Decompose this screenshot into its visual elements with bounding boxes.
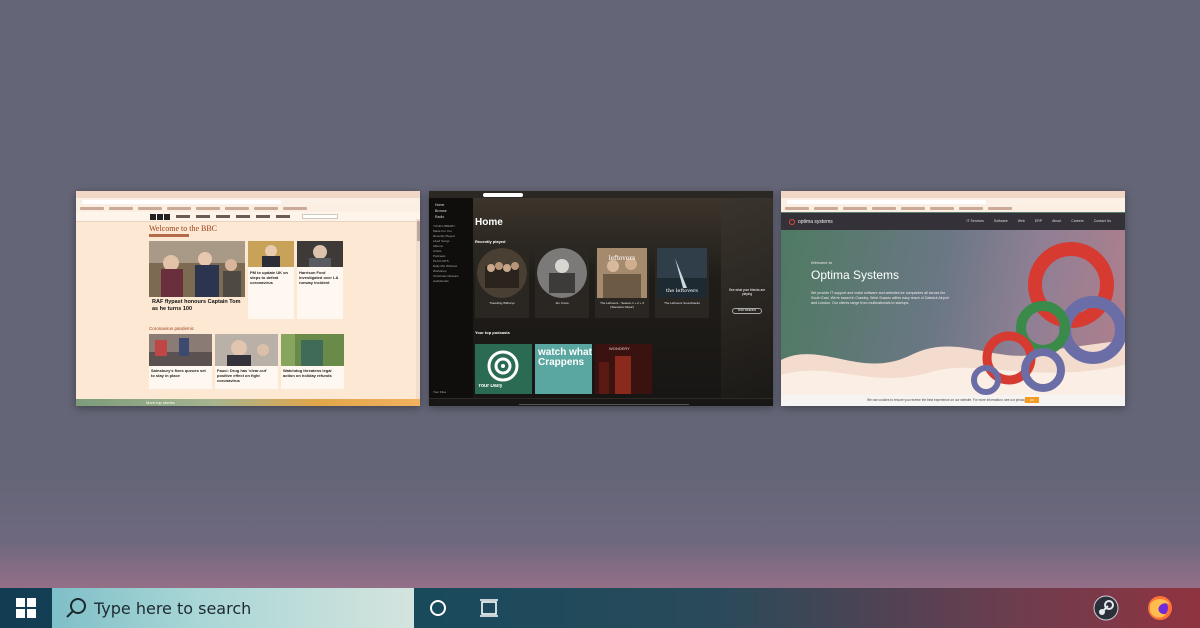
browser-address-bar	[781, 198, 1125, 205]
podcast-card[interactable]: Your Daily	[475, 344, 532, 394]
bbc-hero-image	[149, 241, 245, 297]
steam-taskbar-button[interactable]	[1082, 588, 1130, 628]
bbc-footer-banner: More top stories	[76, 399, 420, 406]
search-placeholder: Type here to search	[94, 598, 252, 618]
spotify-search-input	[483, 193, 523, 197]
find-friends-button[interactable]: FIND FRIENDS	[732, 308, 762, 314]
cookie-banner: We use cookies to ensure you receive the…	[781, 395, 1125, 406]
album-card[interactable]: Jim Croce	[535, 246, 589, 318]
browser-title-bar	[76, 191, 420, 198]
bbc-section-card[interactable]: Sainsbury's fixes queues set to stay in …	[149, 334, 212, 389]
browser-title-bar	[781, 191, 1125, 198]
svg-text:the leftovers: the leftovers	[666, 288, 698, 294]
podcast-card[interactable]: watch what Crappens	[535, 344, 592, 394]
bbc-section-heading[interactable]: Coronavirus pandemic	[149, 326, 194, 331]
cortana-icon	[430, 600, 446, 616]
optima-header: optima systems IT Services Software Web …	[781, 213, 1125, 230]
start-button[interactable]	[0, 588, 52, 628]
windows-start-icon	[16, 598, 36, 618]
bbc-navbar	[76, 212, 420, 222]
optima-menu: IT Services Software Web ERP About Caree…	[966, 219, 1111, 223]
optima-hero: Welcome to Optima Systems We provide IT …	[781, 230, 1125, 395]
taskbar-search-box[interactable]: Type here to search	[52, 588, 414, 628]
browser-address-bar	[76, 198, 420, 205]
firefox-icon	[1148, 596, 1172, 620]
optima-title: Optima Systems	[811, 268, 900, 282]
recently-played-heading: Recently played	[475, 239, 506, 244]
window-thumbnail-spotify[interactable]: Home Browse Radio YOUR LIBRARY Made For …	[429, 191, 773, 406]
top-podcasts-heading: Your top podcasts	[475, 330, 510, 335]
optima-intro-text: We provide IT support and make software …	[811, 291, 949, 305]
spotify-home-title: Home	[475, 217, 503, 228]
spotify-friends-panel: See what your friends are playing FIND F…	[721, 198, 773, 398]
scrollbar	[416, 219, 420, 399]
optima-logo-icon	[789, 218, 795, 225]
bbc-welcome-title: Welcome to the BBC	[149, 224, 218, 233]
spotify-player-bar	[429, 398, 773, 406]
cortana-button[interactable]	[414, 588, 462, 628]
steam-icon	[1093, 595, 1119, 621]
spotify-sidebar: Home Browse Radio YOUR LIBRARY Made For …	[429, 198, 473, 398]
album-card[interactable]: the leftovers The Leftovers Soundtracks	[655, 246, 709, 318]
browser-bookmarks-bar	[781, 205, 1125, 212]
task-view-button[interactable]	[465, 588, 513, 628]
podcast-card[interactable]: WONDERY	[595, 344, 652, 394]
spotify-top-bar	[429, 191, 773, 198]
desktop-background	[0, 470, 1200, 590]
browser-bookmarks-bar	[76, 205, 420, 212]
task-view-icon	[480, 599, 498, 617]
search-icon	[66, 598, 86, 618]
album-card[interactable]: leftovers The Leftovers - Season 1 + 2 +…	[595, 246, 649, 318]
album-card[interactable]: Travelling Wilburys	[475, 246, 529, 318]
optima-logo: optima systems	[789, 218, 833, 225]
bbc-section-card[interactable]: Watchdog threatens legal action on holid…	[281, 334, 344, 389]
bbc-section-card[interactable]: Fauci: Drug has 'clear-cut' positive eff…	[215, 334, 278, 389]
spotify-main: Home Recently played Travelling Wilburys…	[473, 198, 721, 398]
taskbar: Type here to search	[0, 588, 1200, 628]
bbc-logo	[150, 213, 170, 220]
cookie-accept-button[interactable]: OK	[1025, 397, 1039, 403]
window-thumbnail-optima[interactable]: optima systems IT Services Software Web …	[781, 191, 1125, 406]
bbc-search-input	[302, 214, 338, 219]
window-thumbnail-bbc[interactable]: Welcome to the BBC RAF flypast honours C…	[76, 191, 420, 406]
firefox-taskbar-button[interactable]	[1136, 588, 1184, 628]
bbc-story-card[interactable]: Harrison Ford investigated over LA runwa…	[297, 241, 343, 319]
bbc-main-headline[interactable]: RAF flypast honours Captain Tom as he tu…	[152, 299, 247, 313]
bbc-story-card[interactable]: PM to update UK on steps to defeat coron…	[248, 241, 294, 319]
svg-text:leftovers: leftovers	[609, 255, 636, 262]
